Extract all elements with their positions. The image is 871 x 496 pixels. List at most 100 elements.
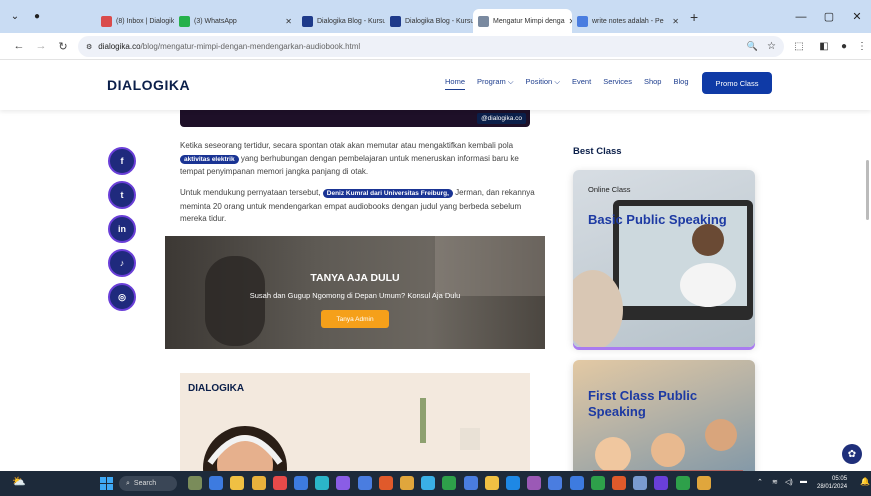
taskbar-app-icon[interactable]: [400, 476, 414, 490]
instagram-handle: @dialogika.co: [477, 113, 526, 124]
taskbar-app-icon[interactable]: [230, 476, 245, 490]
new-tab-button[interactable]: +: [690, 9, 698, 25]
tab-favicon-icon: [179, 15, 190, 27]
browser-tab[interactable]: write notes adalah - Pe ✕: [572, 9, 684, 33]
extensions-icon[interactable]: ⬚: [790, 33, 808, 60]
class-card-first[interactable]: First Class Public Speaking: [573, 360, 755, 471]
profile-icon[interactable]: ●: [26, 6, 48, 28]
wifi-icon[interactable]: ≋: [772, 478, 778, 486]
paragraph-text: Untuk mendukung pernyataan tersebut,: [180, 188, 321, 197]
instagram-icon[interactable]: ◎: [108, 283, 136, 311]
system-clock[interactable]: 05:05 28/01/2024: [817, 475, 847, 491]
search-label: Search: [133, 480, 157, 487]
battery-icon[interactable]: ▬: [800, 478, 807, 485]
sidepanel-icon[interactable]: ◧: [815, 33, 833, 60]
promo-class-button[interactable]: Promo Class: [702, 72, 772, 94]
woman-headphones-illustration: [203, 398, 480, 471]
class-card-basic[interactable]: Online Class Basic Public Speaking: [573, 170, 755, 347]
taskbar-app-icon[interactable]: [463, 476, 478, 490]
taskbar-app-icon[interactable]: [484, 476, 499, 490]
class-title: First Class Public Speaking: [588, 388, 698, 419]
nav-item[interactable]: Program ⌵: [477, 77, 514, 90]
linkedin-icon[interactable]: in: [108, 215, 136, 243]
taskbar-app-icon[interactable]: [442, 476, 457, 490]
nav-item[interactable]: Home: [445, 77, 466, 90]
highlight-tag[interactable]: aktivitas elektrik: [180, 154, 239, 164]
tab-title: (8) Inbox | Dialogika: [116, 17, 174, 25]
nav-item[interactable]: Event: [572, 77, 591, 90]
taskbar-app-icon[interactable]: [209, 476, 224, 490]
minimize-button[interactable]: —: [787, 0, 815, 33]
taskbar-app-icon[interactable]: [272, 476, 287, 490]
browser-tab[interactable]: Dialogika Blog - Kursus✕: [297, 9, 385, 33]
weather-icon[interactable]: ⛅: [12, 475, 26, 488]
taskbar-app-icon[interactable]: [506, 476, 520, 490]
url-domain: dialogika.co: [98, 42, 141, 51]
tab-title: (3) WhatsApp: [194, 17, 237, 25]
maximize-button[interactable]: ▢: [815, 0, 843, 33]
browser-tab[interactable]: (8) Inbox | Dialogika✕: [96, 9, 174, 33]
close-tab-icon[interactable]: ✕: [285, 17, 292, 26]
reload-icon[interactable]: ↻: [54, 40, 72, 53]
tab-favicon-icon: [390, 15, 401, 27]
browser-tab[interactable]: Mengatur Mimpi denga ✕: [473, 9, 572, 33]
forward-icon[interactable]: →: [32, 40, 50, 52]
site-logo[interactable]: DIALOGIKA: [107, 77, 190, 93]
taskbar-app-icon[interactable]: [590, 476, 605, 490]
nav-item[interactable]: Services: [603, 77, 632, 90]
facebook-icon[interactable]: f: [108, 147, 136, 175]
search-icon: ⌕: [126, 479, 130, 487]
taskbar-app-icon[interactable]: [357, 476, 372, 490]
twitter-icon[interactable]: t: [108, 181, 136, 209]
browser-tab[interactable]: (3) WhatsApp ✕: [174, 9, 297, 33]
close-window-button[interactable]: ✕: [843, 0, 871, 33]
taskbar-app-icon[interactable]: [548, 476, 563, 490]
browser-tab[interactable]: Dialogika Blog - Kursus✕: [385, 9, 473, 33]
start-button[interactable]: [100, 477, 113, 490]
taskbar-app-icon[interactable]: [294, 476, 308, 490]
tab-favicon-icon: [302, 15, 313, 27]
bookmark-star-icon[interactable]: ☆: [767, 41, 776, 52]
nav-item[interactable]: Blog: [673, 77, 688, 90]
notification-bell-icon[interactable]: 🔔: [860, 477, 870, 486]
taskbar-app-icon[interactable]: [315, 476, 330, 490]
taskbar-app-icon[interactable]: [696, 476, 711, 490]
banner-title: TANYA AJA DULU: [310, 272, 400, 284]
nav-item[interactable]: Position ⌵: [526, 77, 560, 90]
browser-tab-bar: ⌄ ● (8) Inbox | Dialogika✕(3) WhatsApp✕D…: [0, 0, 871, 33]
ask-admin-button[interactable]: Tanya Admin: [321, 310, 389, 328]
highlight-tag[interactable]: Deniz Kumral dari Universitas Freiburg,: [322, 189, 453, 198]
article-paragraph-2: Untuk mendukung pernyataan tersebut, Den…: [180, 187, 545, 226]
taskbar-app-icon[interactable]: [633, 476, 648, 490]
taskbar-app-icon[interactable]: [378, 476, 393, 490]
tab-favicon-icon: [101, 15, 112, 27]
page-scrollbar[interactable]: [866, 160, 869, 220]
taskbar-app-icon[interactable]: [612, 476, 626, 490]
taskbar-search[interactable]: ⌕ Search: [119, 476, 177, 491]
taskbar-app-icon[interactable]: [654, 476, 669, 490]
tiktok-icon[interactable]: ♪: [108, 249, 136, 277]
address-bar[interactable]: ⚙ dialogika.co/blog/mengatur-mimpi-denga…: [78, 36, 784, 57]
taskbar-app-icon[interactable]: [569, 476, 584, 490]
menu-icon[interactable]: ⋮: [853, 33, 871, 60]
site-info-icon[interactable]: ⚙: [86, 43, 92, 51]
close-tab-icon[interactable]: ✕: [672, 17, 679, 26]
class-type-label: Online Class: [588, 185, 631, 194]
taskbar-app-icon[interactable]: [336, 476, 351, 490]
back-icon[interactable]: ←: [10, 40, 28, 52]
taskbar-app-icon[interactable]: [251, 476, 266, 490]
account-icon[interactable]: ●: [835, 33, 853, 60]
tab-search-icon[interactable]: ⌄: [4, 6, 26, 28]
accessibility-button[interactable]: ✿: [842, 444, 862, 464]
volume-icon[interactable]: ◁): [785, 478, 793, 486]
tray-chevron-icon[interactable]: ⌃: [757, 478, 763, 486]
taskbar-app-icon[interactable]: [527, 476, 542, 490]
taskbar-app-icon[interactable]: [675, 476, 690, 490]
nav-item[interactable]: Shop: [644, 77, 662, 90]
taskbar-app-icon[interactable]: [421, 476, 436, 490]
taskbar-app-icon[interactable]: [188, 476, 202, 490]
windows-taskbar: ⛅ ⌕ Search ⌃ ≋ ◁) ▬ 05:05 28/01/2024 🔔: [0, 471, 871, 496]
banner-subtitle: Susah dan Gugup Ngomong di Depan Umum? K…: [249, 291, 461, 300]
zoom-icon[interactable]: 🔍: [747, 41, 758, 52]
site-header: DIALOGIKA Home Program ⌵ Position ⌵ Event Se…: [0, 60, 871, 110]
